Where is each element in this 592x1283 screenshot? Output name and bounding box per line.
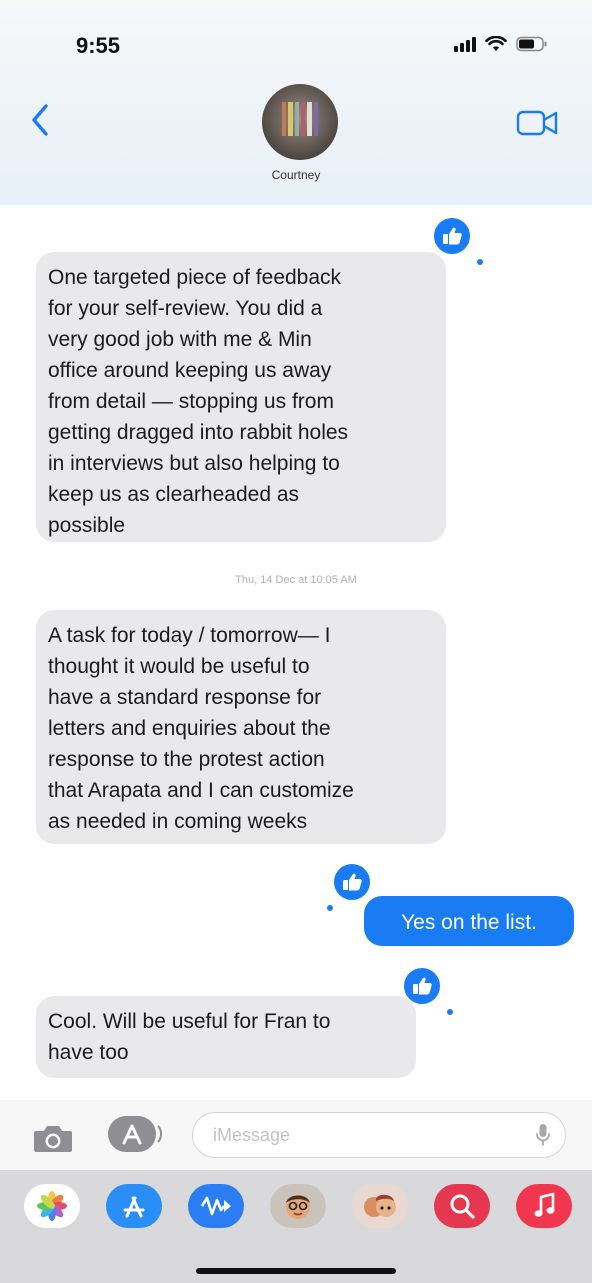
message-input-placeholder: iMessage <box>213 1125 291 1145</box>
wifi-icon <box>485 36 507 52</box>
conversation-header: 9:55 Courtney <box>0 0 592 205</box>
status-icons <box>454 36 548 52</box>
video-camera-icon <box>516 110 558 136</box>
compose-bar: iMessage <box>0 1100 592 1170</box>
message-text: One targeted piece of feedback for your … <box>48 266 349 537</box>
chevron-left-icon <box>32 104 48 136</box>
music-icon[interactable] <box>516 1184 572 1228</box>
tapback-thumbs-up[interactable] <box>402 966 454 1016</box>
app-store-icon[interactable] <box>106 1184 162 1228</box>
messages-screen: 9:55 Courtney One targeted piece of feed… <box>0 0 592 1283</box>
message-bubble-incoming[interactable]: A task for today / tomorrow— I thought i… <box>36 610 446 844</box>
app-drawer <box>0 1170 592 1283</box>
battery-icon <box>516 36 548 52</box>
avatar[interactable] <box>262 84 338 160</box>
thumbs-up-icon <box>432 216 472 256</box>
app-store-icon <box>108 1116 162 1152</box>
avatar-photo <box>282 102 318 136</box>
tapback-thumbs-up[interactable] <box>326 862 376 912</box>
status-time: 9:55 <box>76 33 121 58</box>
audio-message-icon[interactable] <box>188 1184 244 1228</box>
memoji-icon[interactable] <box>270 1184 326 1228</box>
message-text: A task for today / tomorrow— I thought i… <box>48 624 354 833</box>
camera-button[interactable] <box>32 1122 74 1159</box>
message-input[interactable]: iMessage <box>192 1112 566 1158</box>
message-text: Cool. Will be useful for Fran to have to… <box>48 1010 331 1064</box>
message-bubble-outgoing[interactable]: Yes on the list. <box>364 896 574 946</box>
message-bubble-incoming[interactable]: Cool. Will be useful for Fran to have to… <box>36 996 416 1078</box>
message-bubble-incoming[interactable]: One targeted piece of feedback for your … <box>36 252 446 542</box>
thumbs-up-icon <box>332 862 372 902</box>
message-timestamp: Thu, 14 Dec at 10:05 AM <box>235 574 357 586</box>
message-text: Yes on the list. <box>401 911 537 934</box>
photos-icon[interactable] <box>24 1184 80 1228</box>
thumbs-up-icon <box>402 966 442 1006</box>
memoji-stickers-icon[interactable] <box>352 1184 408 1228</box>
microphone-icon[interactable] <box>535 1123 551 1147</box>
back-button[interactable] <box>28 100 54 140</box>
tapback-thumbs-up[interactable] <box>432 216 484 266</box>
camera-icon <box>34 1126 72 1152</box>
facetime-video-button[interactable] <box>516 108 560 143</box>
search-images-icon[interactable] <box>434 1184 490 1228</box>
app-drawer-button[interactable] <box>108 1116 164 1152</box>
signal-icon <box>454 36 476 52</box>
contact-name[interactable]: Courtney <box>0 168 592 182</box>
home-indicator[interactable] <box>196 1268 396 1274</box>
